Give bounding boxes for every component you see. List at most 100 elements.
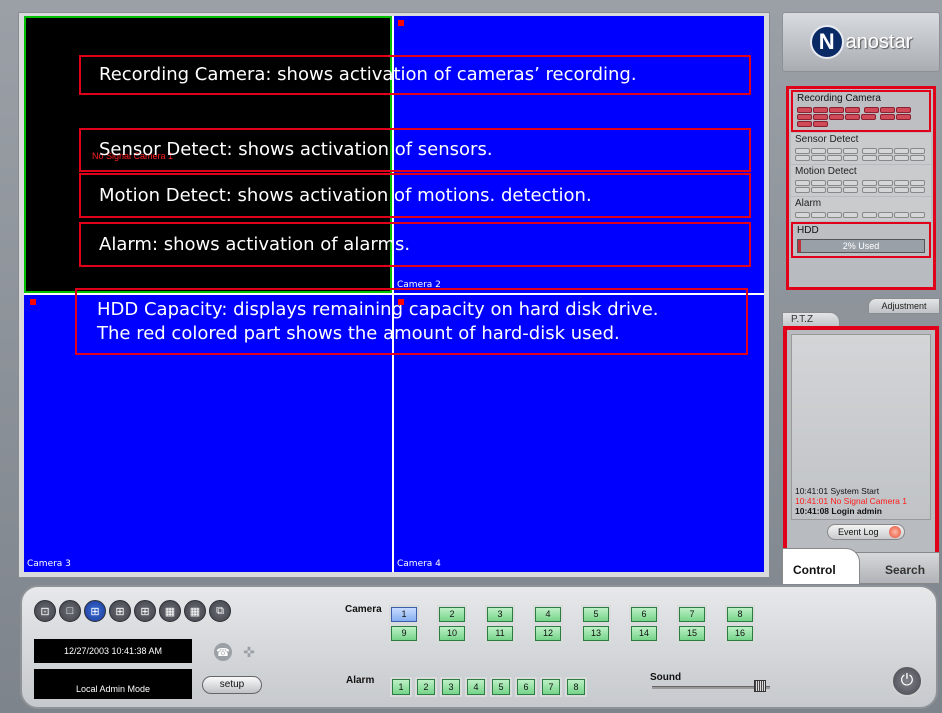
camera-button-4[interactable]: 4 [535,607,561,622]
camera-button-13[interactable]: 13 [583,626,609,641]
led-indicator [880,114,895,120]
led-indicator [862,148,877,154]
sequence-view-icon[interactable]: ⊡ [34,600,56,622]
eight-view-icon[interactable]: ⊞ [134,600,156,622]
camera-button-6[interactable]: 6 [631,607,657,622]
led-indicator [896,107,911,113]
led-indicator [894,180,909,186]
pip-view-icon[interactable]: ⧉ [209,600,231,622]
section-title: HDD [797,225,819,236]
camera-button-10[interactable]: 10 [439,626,465,641]
sensor-detect-section: Sensor Detect [791,133,931,164]
callout-sensor-detect: Sensor Detect: shows activation of senso… [79,128,751,172]
camera-label: Camera 3 [27,559,71,569]
camera-label: Camera 4 [397,559,441,569]
led-indicator [827,187,842,193]
camera-button-8[interactable]: 8 [727,607,753,622]
callout-text: Alarm: shows activation of alarms. [99,233,411,255]
led-indicator [797,121,812,127]
section-title: Motion Detect [795,166,857,177]
single-view-icon[interactable]: □ [59,600,81,622]
datetime-display: 12/27/2003 10:41:38 AM [34,639,192,663]
alarm-button-3[interactable]: 3 [442,679,460,695]
alarm-buttons-label: Alarm [346,675,375,686]
callout-text: HDD Capacity: displays remaining capacit… [97,298,659,320]
camera-button-11[interactable]: 11 [487,626,513,641]
led-indicator [862,180,877,186]
led-indicator [894,155,909,161]
led-indicator [862,155,877,161]
nine-view-icon[interactable]: ▦ [159,600,181,622]
led-indicator [813,114,828,120]
led-indicator [811,155,826,161]
led-indicator [843,148,858,154]
tab-control[interactable]: Control [782,548,860,584]
logo-mark-icon: N [809,25,844,59]
log-line: 10:41:08 Login admin [795,506,882,516]
six-view-icon[interactable]: ⊞ [109,600,131,622]
camera-button-9[interactable]: 9 [391,626,417,641]
led-indicator [843,180,858,186]
led-indicator [894,148,909,154]
tab-search[interactable]: Search [850,552,940,584]
power-icon[interactable]: ⏻ [891,665,923,697]
led-indicator [878,180,893,186]
led-indicator [878,148,893,154]
alarm-button-6[interactable]: 6 [517,679,535,695]
camera-button-1[interactable]: 1 [391,607,417,622]
alarm-button-4[interactable]: 4 [467,679,485,695]
led-indicator [797,107,812,113]
adjustment-tab[interactable]: Adjustment [868,298,940,314]
alarm-button-2[interactable]: 2 [417,679,435,695]
camera-button-2[interactable]: 2 [439,607,465,622]
camera-button-3[interactable]: 3 [487,607,513,622]
sound-slider-track[interactable] [652,686,770,689]
led-indicator [910,148,925,154]
event-log-view[interactable]: 10:41:01 System Start 10:41:01 No Signal… [791,334,931,520]
motion-leds [791,179,931,196]
alarm-button-1[interactable]: 1 [392,679,410,695]
camera-button-7[interactable]: 7 [679,607,705,622]
camera-button-5[interactable]: 5 [583,607,609,622]
quad-view-icon[interactable]: ⊞ [84,600,106,622]
alarm-button-5[interactable]: 5 [492,679,510,695]
event-log-label: Event Log [838,527,879,537]
phone-icon[interactable]: ☎ [214,643,232,661]
led-indicator [896,114,911,120]
sound-slider-thumb[interactable] [754,680,766,692]
sensor-leds [791,147,931,164]
led-indicator [813,121,828,127]
ptz-icon[interactable]: ✜ [240,643,258,661]
sixteen-view-icon[interactable]: ▦ [184,600,206,622]
led-indicator [811,148,826,154]
control-panel: ⊡ □ ⊞ ⊞ ⊞ ▦ ▦ ⧉ 12/27/2003 10:41:38 AM L… [20,585,938,709]
camera-button-15[interactable]: 15 [679,626,705,641]
led-indicator [813,107,828,113]
hdd-usage-bar: 2% Used [797,239,925,253]
recording-leds [793,106,929,130]
camera-button-14[interactable]: 14 [631,626,657,641]
led-indicator [811,212,826,218]
camera-button-16[interactable]: 16 [727,626,753,641]
led-indicator [878,212,893,218]
led-indicator [811,187,826,193]
hdd-section: HDD 2% Used [791,222,931,258]
led-indicator [843,187,858,193]
setup-button[interactable]: setup [202,676,262,694]
hdd-usage-text: 2% Used [842,241,880,251]
led-indicator [797,114,812,120]
led-indicator [795,155,810,161]
led-indicator [910,212,925,218]
alarm-section: Alarm [791,197,931,221]
alarm-button-8[interactable]: 8 [567,679,585,695]
event-log-button[interactable]: Event Log [827,524,905,540]
camera-button-12[interactable]: 12 [535,626,561,641]
led-indicator [795,187,810,193]
led-indicator [829,114,844,120]
led-indicator [880,107,895,113]
alarm-button-7[interactable]: 7 [542,679,560,695]
callout-text: Sensor Detect: shows activation of senso… [99,139,493,160]
callout-hdd-capacity: HDD Capacity: displays remaining capacit… [75,288,748,355]
dvr-app: No Signal Camera 1 Camera 2 Camera 3 Cam… [0,0,942,713]
led-indicator [845,114,860,120]
